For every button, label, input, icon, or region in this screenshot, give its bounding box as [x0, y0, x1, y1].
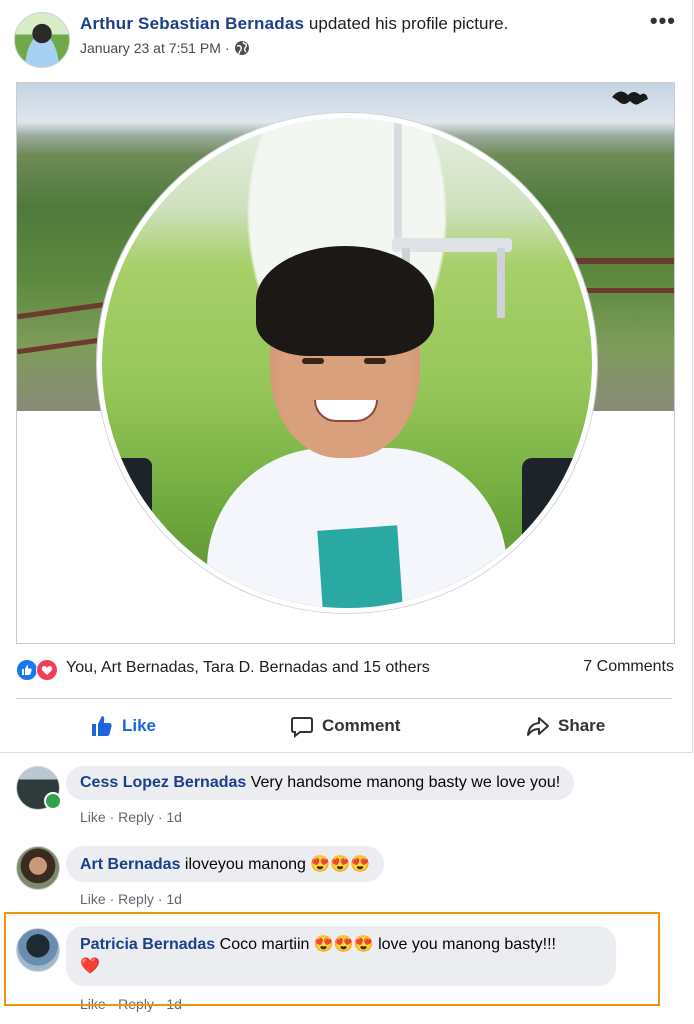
like-reaction-icon — [16, 659, 38, 681]
more-options-button[interactable]: ••• — [650, 8, 676, 34]
boy-hair — [256, 246, 434, 356]
boy-shirt-pocket — [317, 525, 403, 608]
share-label: Share — [558, 716, 606, 735]
fence-rail — [564, 258, 674, 264]
lamp-post — [394, 118, 402, 238]
comment-bubble: Cess Lopez Bernadas Very handsome manong… — [66, 766, 575, 800]
fence-rail — [17, 301, 107, 320]
comment-icon — [291, 717, 313, 738]
comment-count[interactable]: 7 Comments — [583, 658, 674, 676]
chair — [112, 458, 152, 578]
comment-reply-link[interactable]: Reply — [118, 809, 154, 825]
fence-rail — [17, 336, 107, 355]
table — [392, 238, 512, 252]
profile-photo[interactable] — [16, 82, 675, 644]
comment-label: Comment — [322, 716, 401, 735]
share-button[interactable]: Share — [526, 712, 605, 740]
like-label: Like — [122, 716, 157, 735]
divider — [16, 698, 672, 699]
highlight-box — [4, 912, 660, 1006]
comment-text: iloveyou manong — [180, 856, 311, 873]
online-status-indicator — [44, 792, 62, 810]
reaction-icons[interactable] — [16, 659, 60, 681]
boy-eye — [302, 358, 324, 364]
thumbs-up-icon — [92, 716, 112, 736]
comment-meta: Like · Reply · 1d — [80, 809, 182, 825]
comment-bubble: Art Bernadas iloveyou manong 😍😍😍 — [66, 846, 385, 882]
author-name-link[interactable]: Arthur Sebastian Bernadas — [80, 14, 304, 33]
post-meta: January 23 at 7:51 PM · — [80, 40, 250, 56]
share-icon — [527, 717, 549, 736]
post-header: Arthur Sebastian Bernadas updated his pr… — [80, 14, 508, 34]
comment-like-link[interactable]: Like — [80, 891, 106, 907]
comment-like-link[interactable]: Like — [80, 809, 106, 825]
commenter-name[interactable]: Cess Lopez Bernadas — [80, 774, 246, 791]
profile-picture-circle — [97, 113, 597, 613]
comment-button[interactable]: Comment — [290, 712, 694, 740]
comment-age[interactable]: 1d — [166, 809, 182, 825]
watermark-icon — [612, 91, 648, 105]
post-action-text: updated his profile picture. — [304, 14, 509, 33]
post-timestamp[interactable]: January 23 at 7:51 PM — [80, 40, 221, 56]
like-button[interactable]: Like — [90, 712, 156, 740]
comment-text: Very handsome manong basty we love you! — [246, 774, 561, 791]
heart-eyes-emoji: 😍😍😍 — [310, 856, 371, 873]
commenter-avatar[interactable] — [16, 846, 60, 890]
post-card: Arthur Sebastian Bernadas updated his pr… — [0, 0, 693, 753]
meta-separator: · — [224, 40, 230, 56]
comment-meta: Like · Reply · 1d — [80, 891, 182, 907]
commenter-name[interactable]: Art Bernadas — [80, 856, 180, 873]
boy-eye — [364, 358, 386, 364]
love-reaction-icon — [36, 659, 58, 681]
table-leg — [497, 248, 505, 318]
comment-reply-link[interactable]: Reply — [118, 891, 154, 907]
globe-icon — [234, 41, 249, 55]
reactions-summary: You, Art Bernadas, Tara D. Bernadas and … — [16, 656, 676, 684]
reaction-names[interactable]: You, Art Bernadas, Tara D. Bernadas and … — [66, 659, 430, 677]
comment-age[interactable]: 1d — [166, 891, 182, 907]
chair — [522, 458, 582, 578]
author-avatar[interactable] — [14, 12, 70, 68]
